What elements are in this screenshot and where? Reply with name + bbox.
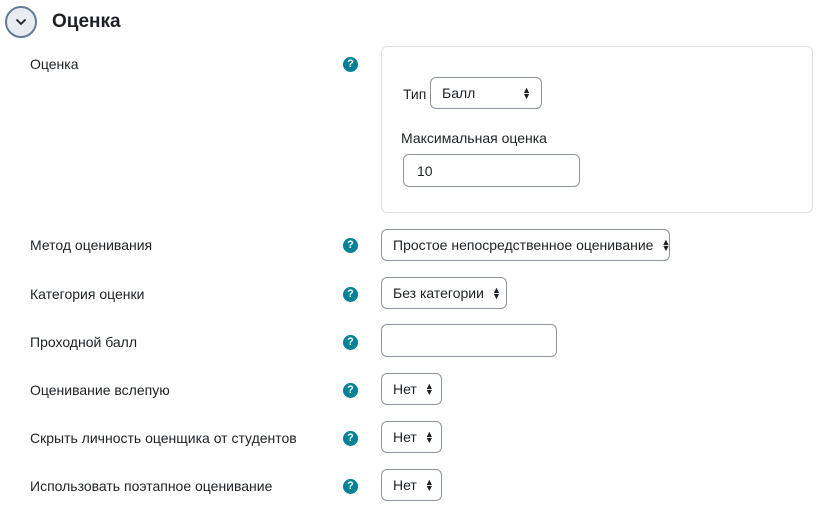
section-header: Оценка — [5, 4, 121, 40]
max-grade-value: 10 — [417, 162, 433, 179]
marking-workflow-help-icon[interactable]: ? — [343, 479, 358, 494]
blind-marking-label: Оценивание вслепую — [30, 382, 170, 398]
grading-method-value: Простое непосредственное оценивание — [393, 237, 654, 253]
grade-fieldset: Тип Балл ▲ ▼ Максимальная оценка 10 — [381, 46, 813, 213]
collapse-section-button[interactable] — [5, 6, 37, 38]
grading-method-select[interactable]: Простое непосредственное оценивание ▲ ▼ — [381, 229, 670, 261]
select-caret-icon: ▲ ▼ — [424, 381, 434, 397]
blind-marking-select[interactable]: Нет ▲ ▼ — [381, 373, 442, 405]
hide-grader-help-icon[interactable]: ? — [343, 431, 358, 446]
chevron-down-icon — [16, 19, 26, 25]
grade-type-value: Балл — [442, 85, 476, 101]
max-grade-input[interactable]: 10 — [403, 154, 580, 187]
select-caret-icon: ▲ ▼ — [424, 477, 434, 493]
hide-grader-label: Скрыть личность оценщика от студентов — [30, 430, 297, 446]
grading-method-help-icon[interactable]: ? — [343, 238, 358, 253]
grade-category-value: Без категории — [393, 285, 484, 301]
blind-marking-help-icon[interactable]: ? — [343, 383, 358, 398]
grade-help-icon[interactable]: ? — [343, 57, 358, 72]
grade-category-label: Категория оценки — [30, 286, 145, 302]
grade-category-help-icon[interactable]: ? — [343, 287, 358, 302]
pass-grade-label: Проходной балл — [30, 334, 138, 350]
select-caret-icon: ▲ ▼ — [661, 237, 671, 253]
grade-label: Оценка — [30, 56, 79, 72]
marking-workflow-value: Нет — [393, 477, 417, 493]
grading-method-label: Метод оценивания — [30, 237, 153, 253]
marking-workflow-label: Использовать поэтапное оценивание — [30, 478, 273, 494]
select-caret-icon: ▲ ▼ — [424, 429, 434, 445]
grade-category-select[interactable]: Без категории ▲ ▼ — [381, 277, 507, 309]
grade-type-label: Тип — [403, 86, 427, 102]
hide-grader-value: Нет — [393, 429, 417, 445]
hide-grader-select[interactable]: Нет ▲ ▼ — [381, 421, 442, 453]
select-caret-icon: ▲ ▼ — [522, 85, 531, 101]
section-title: Оценка — [52, 11, 121, 32]
blind-marking-value: Нет — [393, 381, 417, 397]
pass-grade-input[interactable] — [381, 324, 557, 357]
marking-workflow-select[interactable]: Нет ▲ ▼ — [381, 469, 442, 501]
max-grade-label: Максимальная оценка — [401, 130, 547, 146]
grade-type-select[interactable]: Балл ▲ ▼ — [430, 77, 542, 109]
pass-grade-help-icon[interactable]: ? — [343, 335, 358, 350]
select-caret-icon: ▲ ▼ — [491, 285, 501, 301]
